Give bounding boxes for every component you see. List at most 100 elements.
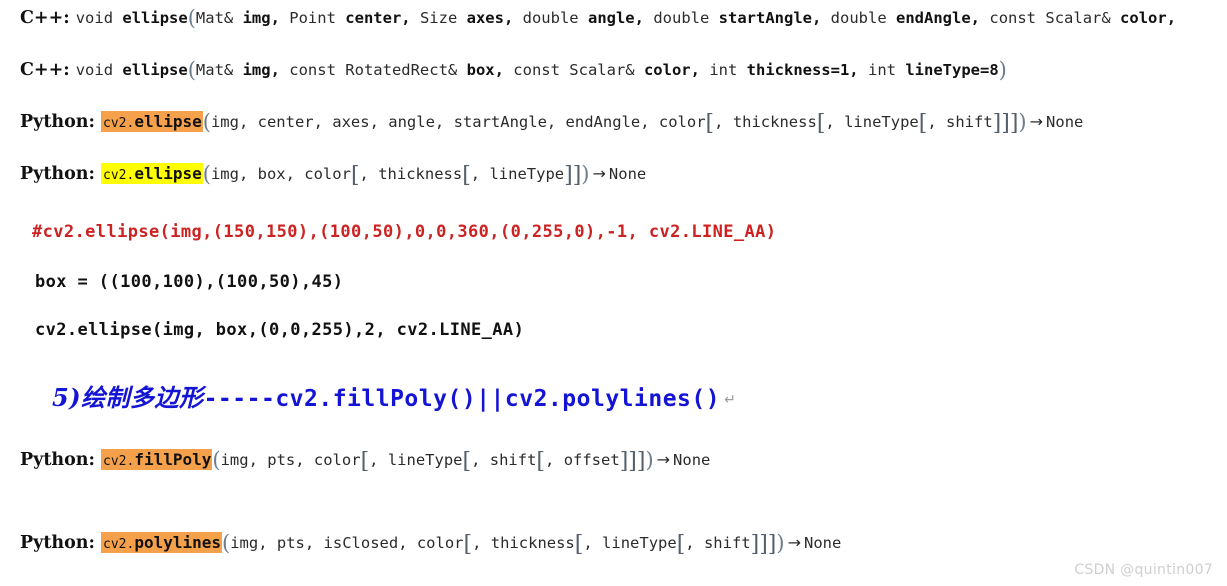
cpp-param-2-12: lineType=8 — [905, 61, 999, 79]
optional-bracket-close-icon: ]]] — [619, 449, 646, 474]
python-opt-1-3: shift — [946, 113, 993, 131]
cpp-param-2-2: img, — [242, 61, 280, 79]
python-opt-1-2: lineType — [844, 113, 919, 131]
python-signature-line-3: Python: cv2.fillPoly(img, pts, color[, li… — [20, 448, 711, 474]
python-signature-line-4: Python: cv2.polylines(img, pts, isClosed,… — [20, 531, 842, 557]
csdn-watermark: CSDN @quintin007 — [1074, 562, 1213, 578]
function-name: ellipse — [134, 112, 202, 131]
cpp-param-2-8: color, — [643, 61, 700, 79]
python-opt-4-1: thickness — [490, 534, 575, 552]
python-signature-line-2: Python: cv2.ellipse(img, box, color[, thi… — [20, 162, 647, 188]
function-name: polylines — [134, 533, 222, 552]
optional-bracket-open-icon: [ — [463, 532, 473, 557]
code-line-comment: #cv2.ellipse(img,(150,150),(100,50),0,0,… — [32, 222, 777, 242]
python-opt-2-1: thickness — [378, 165, 463, 183]
lang-label-python-3: Python: — [20, 450, 95, 470]
optional-bracket-open-icon: [ — [350, 163, 360, 188]
cpp-param-1-5: Size — [419, 9, 458, 27]
code-line-box-assignment: box = ((100,100),(100,50),45) — [35, 272, 344, 292]
cpp-param-1-14: Scalar& — [1045, 9, 1111, 27]
heading-api-polylines: cv2.polylines() — [504, 386, 721, 412]
paragraph-return-icon: ↵ — [724, 392, 737, 408]
cpp-param-2-3: const — [289, 61, 336, 79]
python-args-3: img, pts, color — [220, 451, 361, 469]
python-opt-comma-1: , — [369, 451, 388, 469]
section-heading-polygons: 5)绘制多边形-----cv2.fillPoly()||cv2.polyline… — [52, 378, 736, 413]
module-prefix: cv2. — [103, 168, 135, 183]
function-name: fillPoly — [134, 450, 212, 469]
python-args-4: img, pts, isClosed, color — [230, 534, 464, 552]
lang-label-python-1: Python: — [20, 112, 95, 132]
python-return-3: None — [673, 451, 711, 469]
cpp-param-1-15: color, — [1120, 9, 1177, 27]
python-return-4: None — [804, 534, 842, 552]
returns-arrow-icon: → — [787, 533, 801, 552]
cpp-function-name-2: ellipse — [122, 61, 188, 79]
python-opt-comma-3: , — [545, 451, 564, 469]
module-prefix: cv2. — [103, 116, 135, 131]
cpp-param-2-10: thickness=1, — [746, 61, 859, 79]
cpp-param-2-5: box, — [466, 61, 504, 79]
python-return-1: None — [1046, 113, 1084, 131]
python-function-badge-polylines[interactable]: cv2.polylines — [101, 532, 223, 553]
cpp-signature-line-2: C++: void ellipse(Mat& img, const Rotated… — [20, 58, 1007, 82]
cpp-signature-line-1: C++: void ellipse(Mat& img, Point center,… — [20, 6, 1177, 30]
lang-label-python-2: Python: — [20, 164, 95, 184]
heading-separator: || — [476, 386, 505, 412]
heading-chinese-text: 绘制多边形 — [81, 383, 204, 412]
python-opt-comma-1: , — [714, 113, 733, 131]
lang-label-python-4: Python: — [20, 533, 95, 553]
cpp-param-1-1: Mat& — [195, 9, 234, 27]
python-opt-2-2: lineType — [489, 165, 565, 183]
close-paren-icon: ) — [998, 58, 1007, 82]
python-opt-4-3: shift — [703, 534, 751, 552]
python-opt-comma-2: , — [825, 113, 845, 131]
heading-dashes: ----- — [203, 386, 276, 412]
python-return-2: None — [608, 165, 647, 183]
optional-bracket-open-icon: [ — [676, 532, 686, 557]
close-paren-icon: ) — [1018, 110, 1027, 134]
python-opt-1-1: thickness — [732, 113, 817, 131]
heading-number: 5) — [52, 383, 82, 412]
cpp-function-name-1: ellipse — [122, 9, 188, 27]
lang-label-cpp-2: C++: — [20, 60, 70, 80]
python-opt-3-3: offset — [563, 451, 620, 469]
python-function-badge-fillpoly[interactable]: cv2.fillPoly — [101, 449, 213, 470]
cpp-param-1-3: Point — [289, 9, 336, 27]
close-paren-icon: ) — [581, 162, 590, 186]
python-opt-comma-1: , — [472, 534, 491, 552]
open-paren-icon: ( — [187, 58, 196, 82]
python-signature-line-1: Python: cv2.ellipse(img, center, axes, an… — [20, 110, 1084, 135]
python-opt-3-1: lineType — [387, 451, 463, 469]
open-paren-icon: ( — [202, 162, 211, 186]
heading-api-fillpoly: cv2.fillPoly() — [275, 386, 477, 412]
returns-arrow-icon: → — [592, 164, 606, 183]
python-opt-comma-3: , — [685, 534, 704, 552]
module-prefix: cv2. — [103, 537, 135, 552]
python-opt-comma-2: , — [583, 534, 603, 552]
python-opt-comma-2: , — [471, 451, 490, 469]
open-paren-icon: ( — [212, 448, 221, 472]
open-paren-icon: ( — [202, 110, 211, 134]
python-args-1: img, center, axes, angle, startAngle, en… — [210, 113, 706, 131]
optional-bracket-open-icon: [ — [462, 163, 471, 188]
cpp-param-1-12: endAngle, — [896, 9, 981, 27]
cpp-return-type-1: void — [75, 9, 114, 27]
open-paren-icon: ( — [187, 6, 196, 30]
python-function-badge-ellipse-1[interactable]: cv2.ellipse — [101, 111, 203, 132]
optional-bracket-open-icon: [ — [360, 449, 370, 474]
cpp-param-1-6: axes, — [466, 9, 514, 27]
open-paren-icon: ( — [222, 531, 231, 555]
cpp-param-2-4: RotatedRect& — [345, 61, 458, 79]
optional-bracket-close-icon: ]] — [564, 163, 582, 188]
cpp-param-1-9: double — [653, 9, 710, 27]
python-opt-4-2: lineType — [602, 534, 677, 552]
python-opt-comma-2: , — [470, 165, 490, 183]
cpp-param-2-7: Scalar& — [569, 61, 635, 79]
cpp-param-1-2: img, — [242, 9, 280, 27]
optional-bracket-close-icon: ]]] — [750, 532, 777, 557]
python-opt-3-2: shift — [489, 451, 537, 469]
close-paren-icon: ) — [645, 448, 654, 472]
python-function-badge-ellipse-2[interactable]: cv2.ellipse — [101, 163, 203, 184]
close-paren-icon: ) — [776, 531, 785, 555]
